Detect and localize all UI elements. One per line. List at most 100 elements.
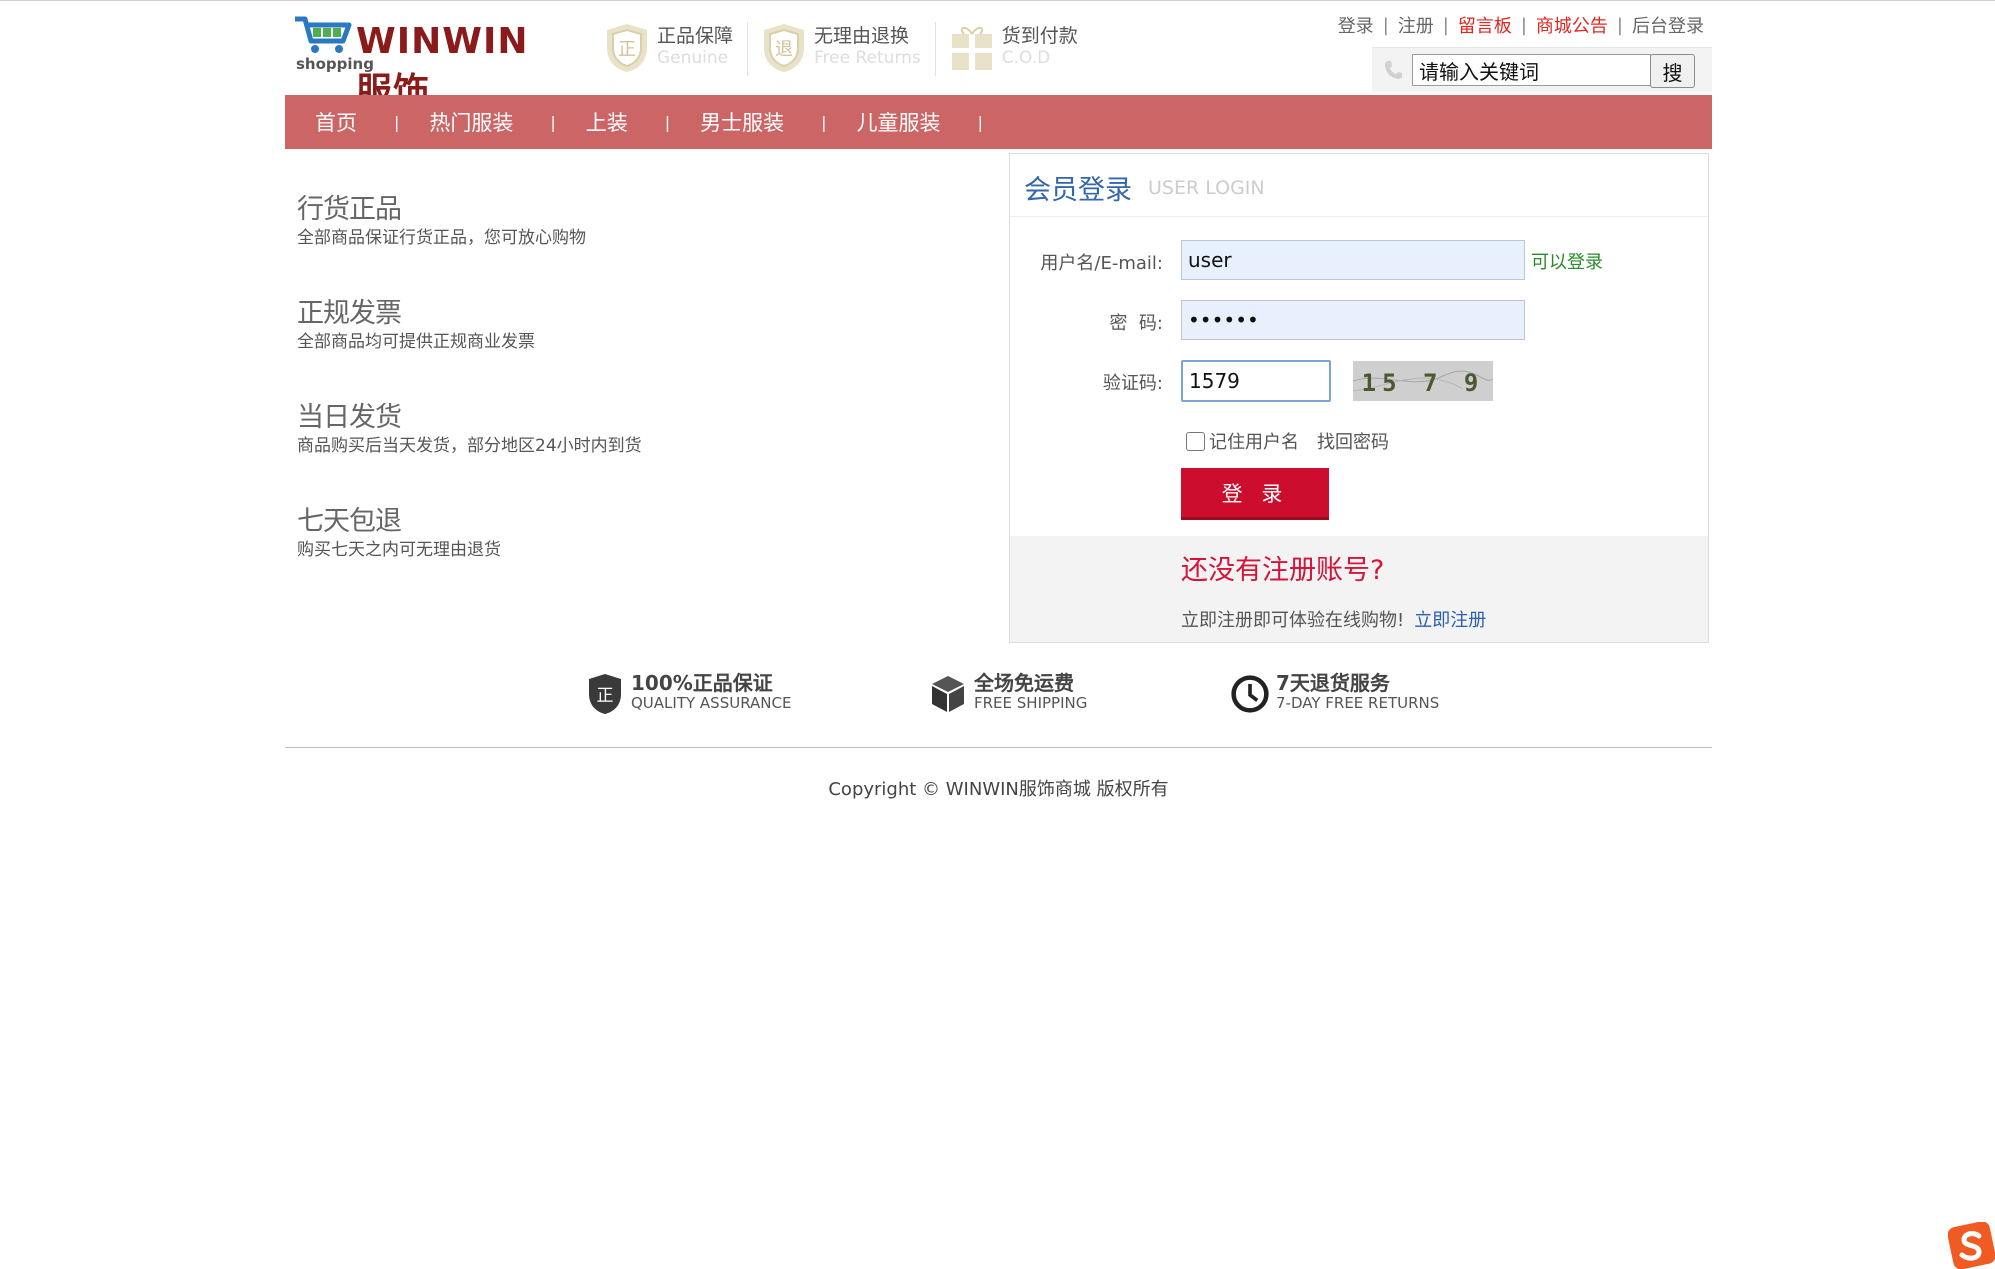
login-header: 会员登录 USER LOGIN	[1010, 154, 1708, 217]
package-box-icon	[932, 676, 964, 712]
service-shipping: 全场免运费 FREE SHIPPING	[928, 672, 1087, 716]
footer-divider	[285, 747, 1712, 748]
shield-glyph: 正	[597, 686, 614, 706]
register-text: 立即注册即可体验在线购物!	[1181, 610, 1405, 631]
captcha-label: 验证码:	[1102, 373, 1163, 394]
register-title: 还没有注册账号?	[1181, 555, 1385, 586]
service-title: 100%正品保证	[631, 671, 773, 695]
badge-genuine-cn: 正品保障	[657, 25, 734, 47]
link-separator: |	[1442, 14, 1449, 36]
badge-returns-en: Free Returns	[814, 48, 921, 68]
shield-check-icon: 正	[589, 674, 621, 714]
badge-cod-en: C.O.D	[1001, 48, 1051, 68]
badge-cod: 货到付款 C.O.D	[948, 22, 1092, 76]
link-separator: |	[1520, 14, 1527, 36]
nav-link-kids[interactable]: 儿童服装	[827, 107, 978, 137]
password-label: 密 码:	[1109, 313, 1163, 334]
nav-separator: |	[977, 112, 983, 132]
guarantee-badges: 正 正品保障 Genuine 退 无理由退换 Free Returns 货到付款…	[603, 22, 1104, 78]
nav-link-men[interactable]: 男士服装	[670, 107, 821, 137]
feature-desc: 购买七天之内可无理由退货	[297, 540, 501, 560]
service-title: 全场免运费	[974, 671, 1074, 695]
search-bar: 搜	[1372, 47, 1712, 92]
phone-icon	[1385, 61, 1402, 79]
remember-label: 记住用户名	[1209, 432, 1299, 453]
register-line: 立即注册即可体验在线购物! 立即注册	[1181, 606, 1486, 632]
password-input[interactable]	[1181, 300, 1525, 340]
forgot-password-link[interactable]: 找回密码	[1317, 428, 1389, 454]
nav-link-tops[interactable]: 上装	[556, 107, 665, 137]
feature-invoice: 正规发票 全部商品均可提供正规商业发票	[297, 297, 677, 353]
shopping-cart-icon	[295, 16, 352, 53]
feature-seven-day: 七天包退 购买七天之内可无理由退货	[297, 505, 677, 561]
feature-genuine: 行货正品 全部商品保证行货正品，您可放心购物	[297, 193, 677, 249]
nav-item-home: 首页 |	[285, 107, 399, 137]
logo-subtext: shopping	[296, 55, 374, 73]
link-login[interactable]: 登录	[1338, 12, 1374, 38]
shield-returns-icon: 退	[764, 24, 805, 72]
username-status: 可以登录	[1531, 252, 1603, 273]
service-strip: 正 100%正品保证 QUALITY ASSURANCE 全场免运费 FREE …	[285, 672, 1712, 722]
search-input[interactable]	[1412, 54, 1651, 86]
link-separator: |	[1382, 14, 1389, 36]
feature-desc: 商品购买后当天发货，部分地区24小时内到货	[297, 436, 642, 456]
feature-desc: 全部商品保证行货正品，您可放心购物	[297, 228, 586, 248]
sogou-ime-icon[interactable]	[1948, 1222, 1995, 1269]
service-en: 7-DAY FREE RETURNS	[1276, 694, 1440, 712]
link-admin-login[interactable]: 后台登录	[1632, 12, 1704, 38]
nav-link-hot-clothing[interactable]: 热门服装	[399, 107, 550, 137]
feature-title: 行货正品	[297, 194, 402, 225]
captcha-row: 验证码: 15 7 9	[1010, 360, 1708, 404]
search-button[interactable]: 搜	[1650, 54, 1695, 88]
feature-title: 七天包退	[297, 506, 402, 537]
link-notice[interactable]: 商城公告	[1536, 12, 1608, 38]
captcha-image[interactable]: 15 7 9	[1353, 361, 1493, 401]
link-register[interactable]: 注册	[1398, 12, 1434, 38]
shield-genuine-icon: 正	[607, 24, 647, 72]
register-area: 还没有注册账号? 立即注册即可体验在线购物! 立即注册	[1010, 536, 1708, 642]
copyright: Copyright © WINWIN服饰商城 版权所有	[828, 779, 1169, 800]
username-input[interactable]	[1181, 240, 1525, 280]
shield-glyph: 正	[618, 39, 636, 60]
link-separator: |	[1616, 14, 1623, 36]
nav-item-kids: 儿童服装 |	[827, 107, 983, 137]
gift-box-icon	[951, 27, 992, 70]
badge-genuine: 正 正品保障 Genuine	[603, 22, 749, 76]
feature-same-day: 当日发货 商品购买后当天发货，部分地区24小时内到货	[297, 401, 677, 457]
service-returns: 7天退货服务 7-DAY FREE RETURNS	[1230, 672, 1439, 716]
username-label: 用户名/E-mail:	[1040, 253, 1163, 274]
captcha-input[interactable]	[1181, 360, 1331, 402]
register-now-link[interactable]: 立即注册	[1414, 610, 1486, 631]
badge-cod-cn: 货到付款	[1001, 25, 1078, 47]
captcha-text: 15 7 9	[1362, 369, 1485, 397]
nav-item-hot: 热门服装 |	[399, 107, 555, 137]
clock-icon	[1231, 675, 1269, 713]
badge-returns-cn: 无理由退换	[814, 25, 910, 47]
feature-title: 当日发货	[297, 402, 402, 433]
main-nav: 首页 | 热门服装 | 上装 | 男士服装 | 儿童服装 |	[285, 95, 1712, 149]
feature-title: 正规发票	[297, 298, 402, 329]
login-panel: 会员登录 USER LOGIN 用户名/E-mail: 可以登录 密 码: 验证…	[1009, 153, 1709, 643]
feature-desc: 全部商品均可提供正规商业发票	[297, 332, 535, 352]
remember-row: 记住用户名 找回密码	[1186, 428, 1389, 454]
remember-checkbox[interactable]	[1186, 431, 1205, 451]
service-quality: 正 100%正品保证 QUALITY ASSURANCE	[585, 672, 791, 716]
service-en: FREE SHIPPING	[974, 694, 1088, 712]
link-guestbook[interactable]: 留言板	[1458, 12, 1512, 38]
login-button[interactable]: 登 录	[1181, 468, 1329, 520]
top-links: 登录 | 注册 | 留言板 | 商城公告 | 后台登录	[1338, 12, 1704, 38]
service-en: QUALITY ASSURANCE	[631, 694, 792, 712]
login-title: 会员登录	[1024, 175, 1132, 206]
username-row: 用户名/E-mail: 可以登录	[1010, 240, 1708, 284]
login-subtitle: USER LOGIN	[1148, 177, 1265, 199]
nav-item-tops: 上装 |	[556, 107, 670, 137]
nav-item-men: 男士服装 |	[670, 107, 826, 137]
top-border	[0, 0, 1995, 1]
badge-returns: 退 无理由退换 Free Returns	[760, 22, 936, 76]
shield-glyph: 退	[775, 39, 793, 60]
nav-link-home[interactable]: 首页	[285, 107, 394, 137]
badge-genuine-en: Genuine	[657, 48, 729, 68]
site-logo[interactable]: WINWIN服饰 shopping	[293, 15, 553, 112]
password-row: 密 码:	[1010, 300, 1708, 344]
service-title: 7天退货服务	[1276, 671, 1390, 695]
